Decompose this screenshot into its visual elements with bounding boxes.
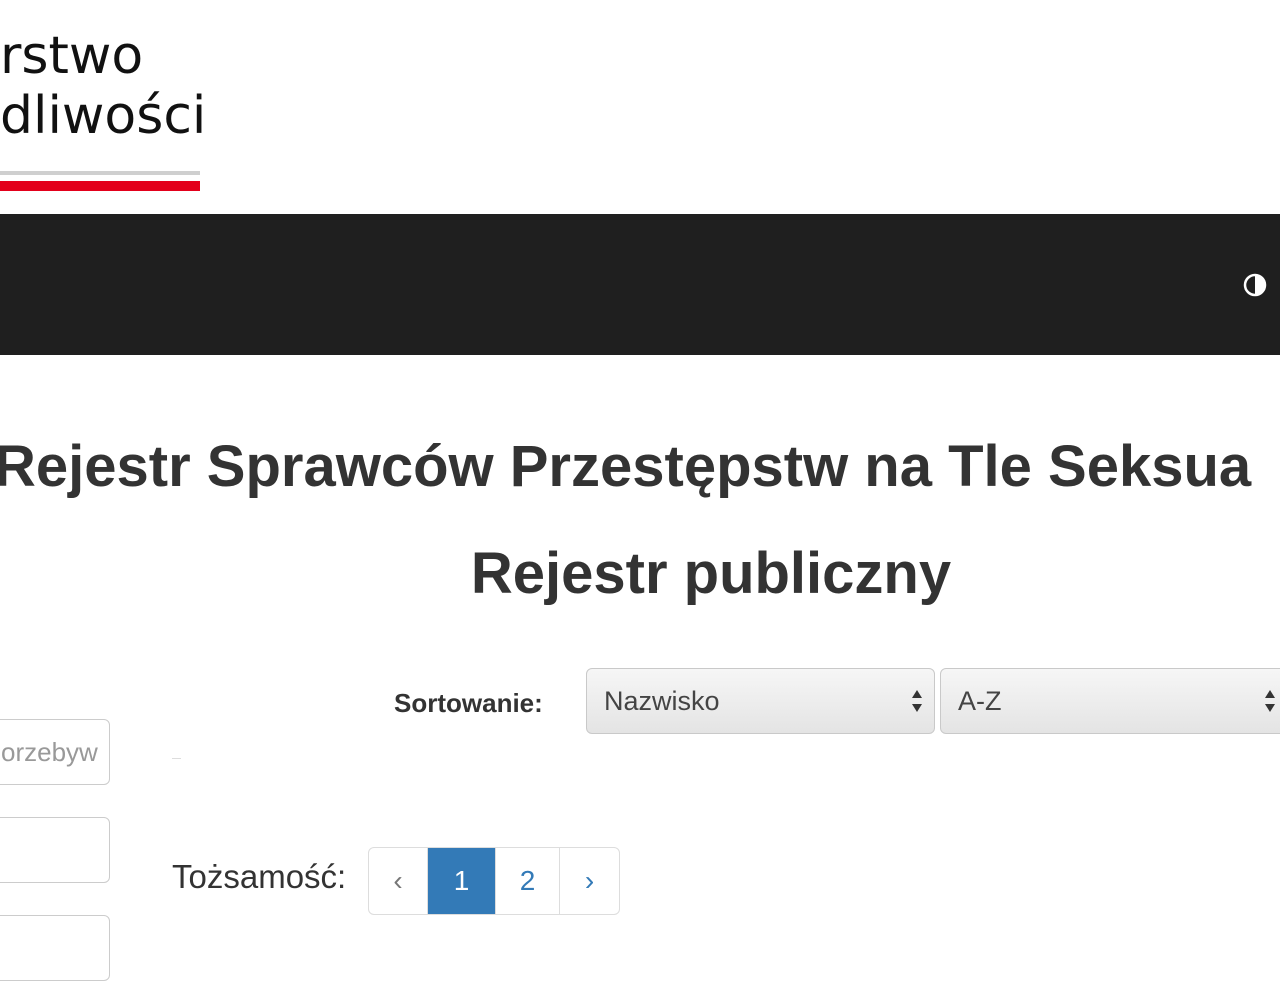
filter-box-2 (0, 817, 110, 883)
pagination-page-1[interactable]: 1 (427, 848, 495, 914)
residence-filter-input[interactable] (1, 720, 105, 784)
logo-stripe-red (0, 181, 200, 191)
filter-input-3[interactable] (1, 916, 105, 980)
identity-label: Tożsamość: (172, 858, 347, 895)
sort-label: Sortowanie: (394, 688, 543, 718)
page-title: Rejestr Sprawców Przestępstw na Tle Seks… (0, 434, 1252, 499)
select-arrows-icon (912, 690, 922, 712)
logo-text-line2: dliwości (0, 86, 207, 146)
identity-pagination: ‹ 1 2 › (368, 847, 620, 915)
sort-order-select[interactable]: A-Z (940, 668, 1280, 734)
divider-mark (172, 758, 181, 759)
ministry-logo[interactable]: rstwo dliwości (0, 0, 210, 200)
filter-box-3 (0, 915, 110, 981)
contrast-icon[interactable] (1243, 273, 1267, 297)
pagination-prev-button[interactable]: ‹ (369, 848, 427, 914)
sort-field-select[interactable]: Nazwisko (586, 668, 935, 734)
pagination-page-2[interactable]: 2 (495, 848, 559, 914)
logo-text-line1: rstwo (0, 26, 144, 86)
filter-input-2[interactable] (1, 818, 105, 882)
sort-order-value: A-Z (958, 686, 1002, 716)
pagination-next-button[interactable]: › (559, 848, 619, 914)
logo-stripe-grey (0, 171, 200, 175)
sort-field-value: Nazwisko (604, 686, 720, 716)
top-navbar (0, 214, 1280, 355)
select-arrows-icon (1265, 690, 1275, 712)
page-subtitle: Rejestr publiczny (470, 541, 952, 606)
residence-filter-box (0, 719, 110, 785)
